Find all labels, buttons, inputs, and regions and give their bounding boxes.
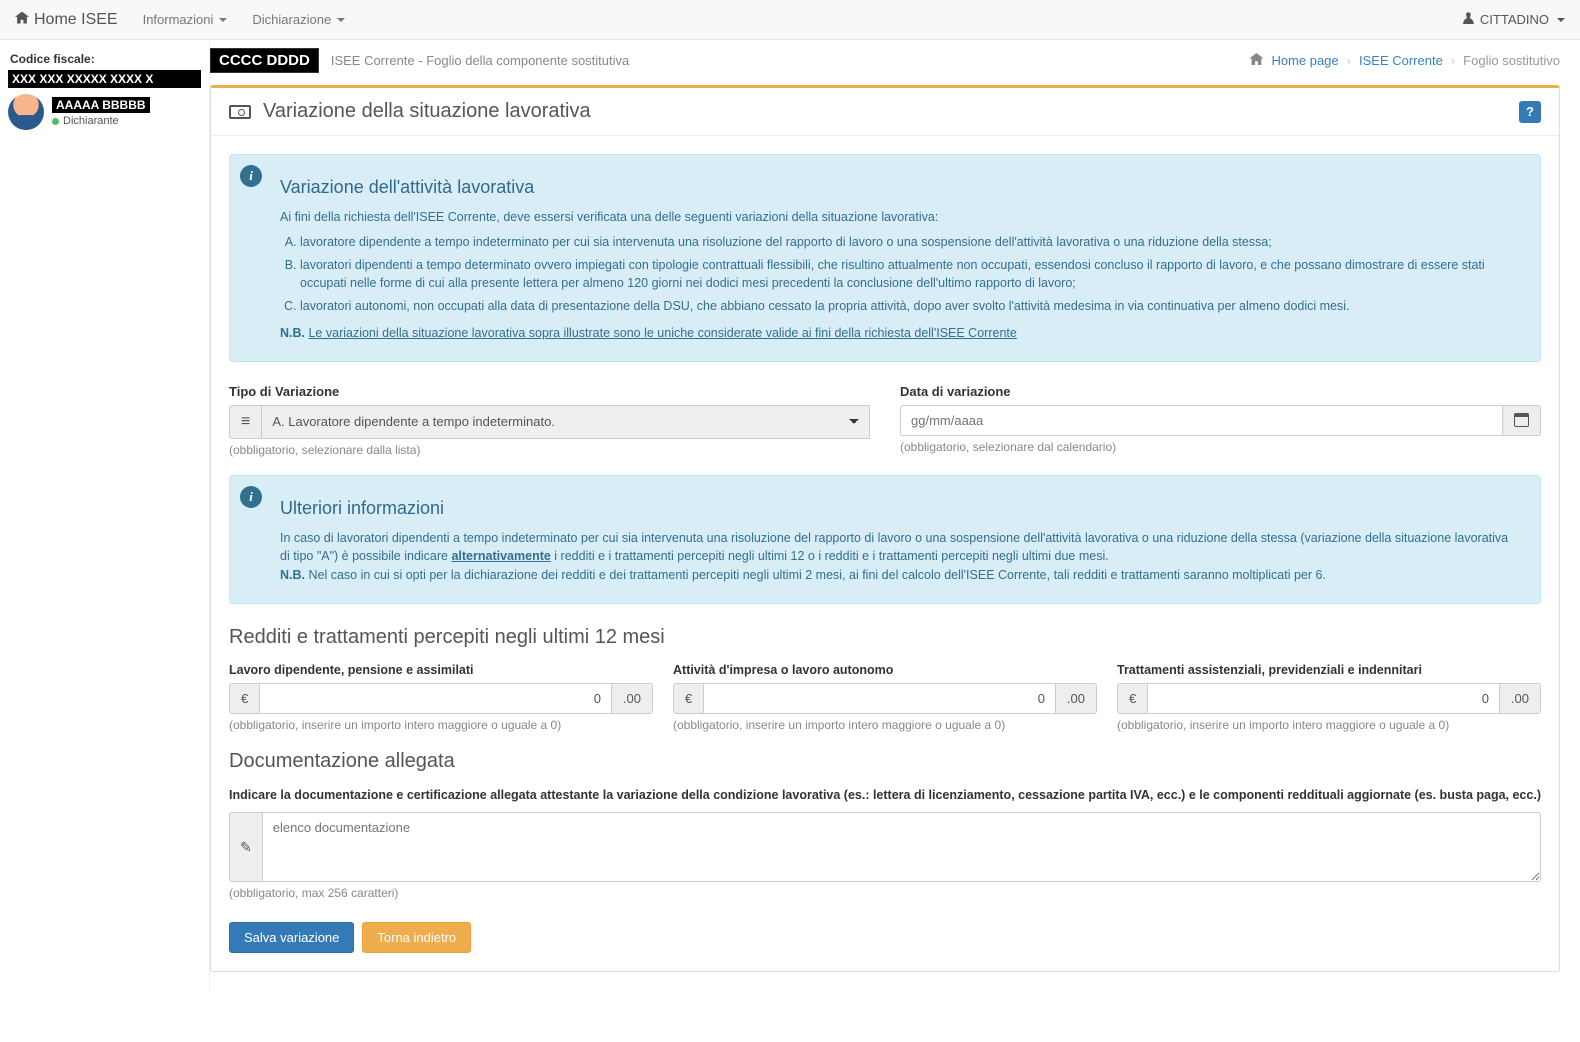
chevron-down-icon — [337, 18, 345, 22]
euro-addon: € — [673, 683, 703, 714]
home-icon — [15, 11, 29, 29]
help-button[interactable]: ? — [1519, 101, 1541, 123]
status-dot — [52, 118, 59, 125]
info-box-variazione: i Variazione dell'attività lavorativa Ai… — [229, 154, 1541, 362]
navbar-brand-text: Home ISEE — [34, 11, 118, 29]
info2-title: Ulteriori informazioni — [280, 498, 1520, 519]
info-icon: i — [240, 165, 262, 187]
info2-text-b: alternativamente — [451, 549, 550, 563]
redditi-col1-helper: (obbligatorio, inserire un importo inter… — [229, 718, 653, 732]
data-label: Data di variazione — [900, 384, 1541, 399]
breadcrumb: Home page › ISEE Corrente › Foglio sosti… — [1249, 53, 1560, 68]
redditi-title: Redditi e trattamenti percepiti negli ul… — [229, 626, 1541, 649]
info1-li-a: lavoratore dipendente a tempo indetermin… — [300, 233, 1520, 252]
info1-nb-link[interactable]: Le variazioni della situazione lavorativ… — [308, 326, 1016, 340]
header-code: CCCC DDDD — [210, 48, 319, 73]
info2-nb-label: N.B. — [280, 568, 305, 582]
redditi-col2-helper: (obbligatorio, inserire un importo inter… — [673, 718, 1097, 732]
redditi-col2-input[interactable] — [703, 683, 1056, 714]
header-subtitle: ISEE Corrente - Foglio della componente … — [331, 53, 629, 68]
decimal-addon: .00 — [612, 683, 653, 714]
bill-icon — [229, 105, 251, 119]
info2-text-c: i redditi e i trattamenti percepiti negl… — [551, 549, 1109, 563]
info1-li-b: lavoratori dipendenti a tempo determinat… — [300, 256, 1520, 294]
euro-addon: € — [229, 683, 259, 714]
chevron-down-icon — [1557, 18, 1565, 22]
redditi-col3-label: Trattamenti assistenziali, previdenziali… — [1117, 663, 1541, 677]
tipo-helper: (obbligatorio, selezionare dalla lista) — [229, 443, 870, 457]
user-name: AAAAA BBBBB — [52, 97, 150, 113]
info-icon: i — [240, 486, 262, 508]
breadcrumb-home[interactable]: Home page — [1271, 53, 1338, 68]
redditi-col2-label: Attività d'impresa o lavoro autonomo — [673, 663, 1097, 677]
panel-title: Variazione della situazione lavorativa — [229, 100, 591, 123]
nav-informazioni[interactable]: Informazioni — [143, 12, 228, 27]
pencil-icon — [229, 812, 262, 882]
redditi-col3-helper: (obbligatorio, inserire un importo inter… — [1117, 718, 1541, 732]
decimal-addon: .00 — [1500, 683, 1541, 714]
info1-li-c: lavoratori autonomi, non occupati alla d… — [300, 297, 1520, 316]
calendar-icon[interactable] — [1503, 405, 1541, 436]
user-role: Dichiarante — [52, 115, 150, 127]
back-button[interactable]: Torna indietro — [362, 922, 471, 953]
breadcrumb-current: Foglio sostitutivo — [1463, 53, 1560, 68]
decimal-addon: .00 — [1056, 683, 1097, 714]
save-button[interactable]: Salva variazione — [229, 922, 354, 953]
navbar-brand[interactable]: Home ISEE — [15, 11, 118, 29]
user-icon — [1463, 12, 1474, 27]
redditi-col3-input[interactable] — [1147, 683, 1500, 714]
avatar — [8, 94, 44, 130]
info-box-ulteriori: i Ulteriori informazioni In caso di lavo… — [229, 475, 1541, 604]
euro-addon: € — [1117, 683, 1147, 714]
info1-intro: Ai fini della richiesta dell'ISEE Corren… — [280, 208, 1520, 227]
info2-nb-text: Nel caso in cui si opti per la dichiaraz… — [305, 568, 1326, 582]
data-input[interactable] — [900, 405, 1503, 436]
cf-value: XXX XXX XXXXX XXXX X — [8, 70, 201, 88]
docs-title: Documentazione allegata — [229, 750, 1541, 773]
docs-label: Indicare la documentazione e certificazi… — [229, 787, 1541, 805]
breadcrumb-isee[interactable]: ISEE Corrente — [1359, 53, 1443, 68]
user-menu[interactable]: CITTADINO — [1463, 12, 1565, 27]
home-icon — [1249, 53, 1263, 68]
data-helper: (obbligatorio, selezionare dal calendari… — [900, 440, 1541, 454]
chevron-down-icon — [219, 18, 227, 22]
tipo-label: Tipo di Variazione — [229, 384, 870, 399]
redditi-col1-label: Lavoro dipendente, pensione e assimilati — [229, 663, 653, 677]
docs-textarea[interactable] — [262, 812, 1541, 882]
menu-icon — [229, 405, 261, 439]
cf-label: Codice fiscale: — [10, 52, 201, 66]
docs-helper: (obbligatorio, max 256 caratteri) — [229, 886, 1541, 900]
info1-title: Variazione dell'attività lavorativa — [280, 177, 1520, 198]
nav-dichiarazione[interactable]: Dichiarazione — [252, 12, 345, 27]
tipo-select[interactable]: A. Lavoratore dipendente a tempo indeter… — [261, 405, 870, 439]
info1-nb-label: N.B. — [280, 326, 305, 340]
redditi-col1-input[interactable] — [259, 683, 612, 714]
